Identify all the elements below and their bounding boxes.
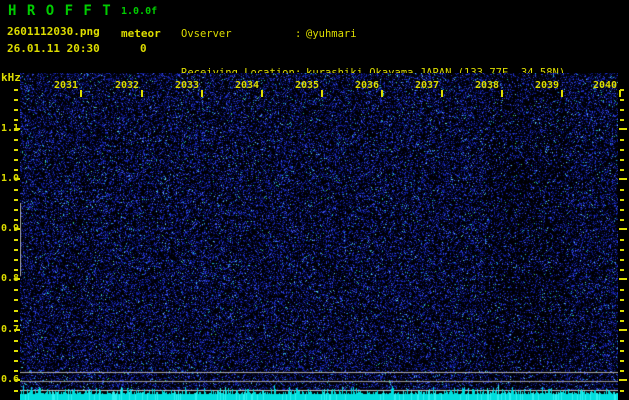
- freq-minor-tick-left: [14, 249, 18, 251]
- freq-minor-tick-right: [620, 239, 624, 241]
- freq-minor-tick-right: [620, 139, 624, 141]
- freq-label-0-9: 0.9: [0, 223, 19, 234]
- freq-major-tick-right: [619, 329, 627, 331]
- meteor-count-value: 0: [140, 42, 147, 55]
- freq-major-tick-right: [619, 128, 627, 130]
- time-tick: [619, 90, 621, 97]
- freq-label-0-6: 0.6: [0, 374, 19, 385]
- freq-minor-tick-left: [14, 99, 18, 101]
- freq-minor-tick-left: [14, 340, 18, 342]
- freq-minor-tick-left: [14, 239, 18, 241]
- freq-minor-tick-left: [14, 390, 18, 392]
- time-label-2039: 2039: [534, 80, 560, 91]
- freq-minor-tick-right: [620, 249, 624, 251]
- meteor-count-label: meteor: [121, 27, 161, 40]
- freq-minor-tick-right: [620, 269, 624, 271]
- freq-minor-tick-right: [620, 149, 624, 151]
- freq-minor-tick-left: [14, 199, 18, 201]
- freq-axis-unit-label: kHz: [1, 71, 21, 84]
- freq-minor-tick-right: [620, 159, 624, 161]
- freq-minor-tick-left: [14, 209, 18, 211]
- freq-minor-tick-left: [14, 360, 18, 362]
- freq-minor-tick-right: [620, 169, 624, 171]
- freq-minor-tick-right: [620, 189, 624, 191]
- freq-minor-tick-right: [620, 310, 624, 312]
- freq-minor-tick-left: [14, 149, 18, 151]
- freq-minor-tick-left: [14, 189, 18, 191]
- freq-minor-tick-right: [620, 340, 624, 342]
- app-version: 1.0.0f: [121, 6, 158, 17]
- freq-minor-tick-left: [14, 219, 18, 221]
- freq-minor-tick-right: [620, 219, 624, 221]
- freq-minor-tick-left: [14, 169, 18, 171]
- freq-label-1-1: 1.1: [0, 123, 19, 134]
- freq-minor-tick-right: [620, 320, 624, 322]
- info-separator: :: [295, 28, 302, 40]
- freq-minor-tick-right: [620, 299, 624, 301]
- freq-minor-tick-left: [14, 109, 18, 111]
- freq-minor-tick-left: [14, 350, 18, 352]
- freq-minor-tick-left: [14, 89, 18, 91]
- freq-major-tick-right: [619, 379, 627, 381]
- freq-minor-tick-left: [14, 370, 18, 372]
- freq-minor-tick-left: [14, 119, 18, 121]
- hrofft-window: H R O F F T 1.0.0f 2601112030.png meteor…: [0, 0, 629, 400]
- freq-minor-tick-left: [14, 289, 18, 291]
- freq-minor-tick-right: [620, 199, 624, 201]
- app-title: H R O F F T: [8, 3, 112, 19]
- time-label-2040: 2040: [592, 80, 618, 91]
- freq-minor-tick-left: [14, 269, 18, 271]
- observation-datetime: 26.01.11 20:30: [7, 42, 100, 55]
- freq-major-tick-right: [619, 278, 627, 280]
- freq-major-tick-right: [619, 178, 627, 180]
- freq-minor-tick-right: [620, 289, 624, 291]
- freq-minor-tick-right: [620, 350, 624, 352]
- time-label-2033: 2033: [174, 80, 200, 91]
- freq-label-1-0: 1.0: [0, 173, 19, 184]
- freq-minor-tick-right: [620, 370, 624, 372]
- info-row-observer: Ovserver: @yuhmari: [181, 28, 565, 41]
- time-label-2034: 2034: [234, 80, 260, 91]
- freq-minor-tick-right: [620, 390, 624, 392]
- time-label-2035: 2035: [294, 80, 320, 91]
- freq-label-0-8: 0.8: [0, 273, 19, 284]
- info-value: @yuhmari: [306, 28, 357, 40]
- freq-minor-tick-right: [620, 109, 624, 111]
- time-label-2038: 2038: [474, 80, 500, 91]
- freq-minor-tick-left: [14, 299, 18, 301]
- spectrogram-canvas: [20, 73, 618, 400]
- freq-minor-tick-right: [620, 119, 624, 121]
- freq-minor-tick-left: [14, 159, 18, 161]
- info-label: Ovserver: [181, 28, 232, 40]
- freq-minor-tick-left: [14, 320, 18, 322]
- time-label-2031: 2031: [53, 80, 79, 91]
- freq-minor-tick-right: [620, 209, 624, 211]
- freq-label-0-7: 0.7: [0, 324, 19, 335]
- freq-minor-tick-right: [620, 99, 624, 101]
- time-label-2037: 2037: [414, 80, 440, 91]
- freq-minor-tick-left: [14, 310, 18, 312]
- freq-minor-tick-left: [14, 259, 18, 261]
- freq-major-tick-right: [619, 228, 627, 230]
- freq-minor-tick-right: [620, 259, 624, 261]
- freq-minor-tick-right: [620, 360, 624, 362]
- time-label-2032: 2032: [114, 80, 140, 91]
- output-filename: 2601112030.png: [7, 25, 100, 38]
- freq-minor-tick-left: [14, 139, 18, 141]
- time-label-2036: 2036: [354, 80, 380, 91]
